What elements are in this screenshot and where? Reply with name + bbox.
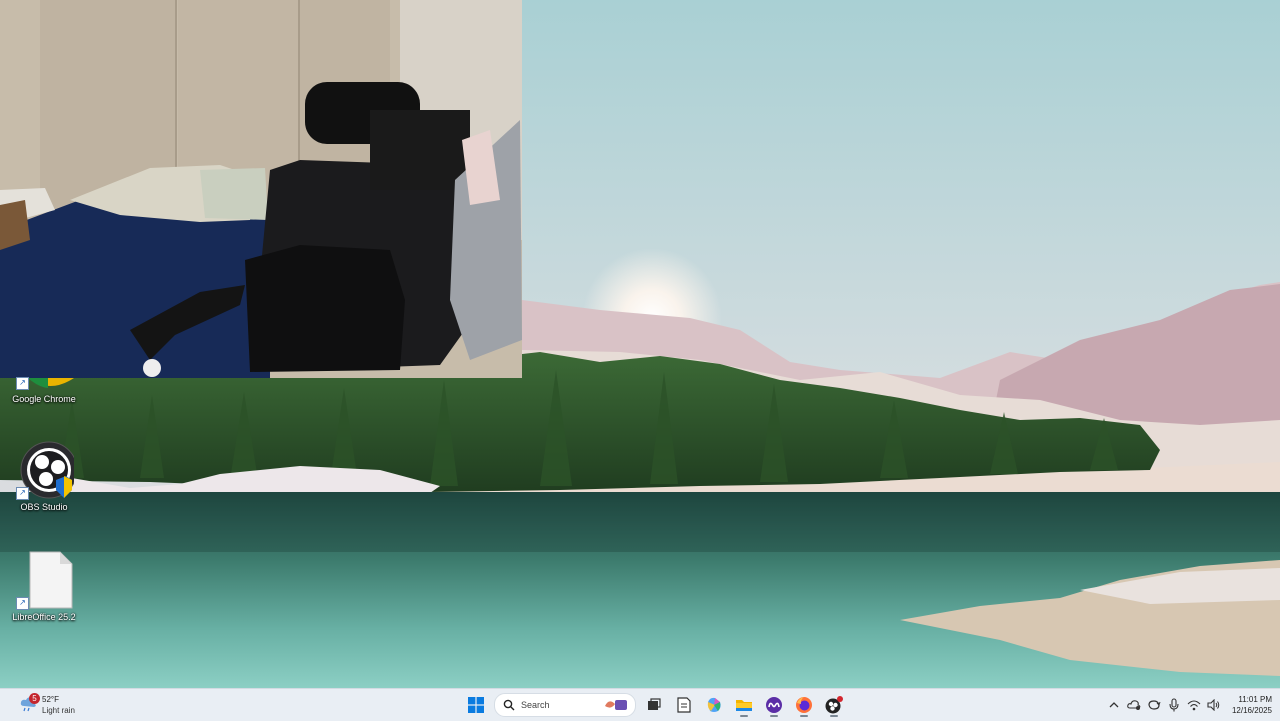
file-explorer-button[interactable] bbox=[732, 693, 756, 717]
taskbar-center: Search bbox=[464, 692, 846, 718]
clock-button[interactable]: 11:01 PM 12/16/2025 bbox=[1232, 694, 1272, 716]
desktop-icon-libreoffice[interactable]: ↗ LibreOffice 25.2 bbox=[8, 550, 80, 622]
show-hidden-icons-button[interactable] bbox=[1104, 695, 1124, 715]
clock-time: 11:01 PM bbox=[1238, 695, 1272, 704]
webcam-overlay bbox=[0, 0, 522, 378]
notepad-button[interactable] bbox=[672, 693, 696, 717]
volume-icon bbox=[1207, 699, 1220, 711]
microphone-tray-button[interactable] bbox=[1164, 695, 1184, 715]
meta-app-icon bbox=[766, 697, 782, 713]
search-icon bbox=[503, 699, 515, 711]
start-button[interactable] bbox=[464, 693, 488, 717]
meta-app-button[interactable] bbox=[762, 693, 786, 717]
weather-condition: Light rain bbox=[42, 706, 75, 715]
desktop-icon-obs-studio[interactable]: ↗ OBS Studio bbox=[8, 440, 80, 512]
firefox-icon bbox=[796, 697, 812, 713]
task-view-button[interactable] bbox=[642, 693, 666, 717]
google-chrome-icon: ↗ bbox=[14, 377, 74, 392]
sync-tray-button[interactable] bbox=[1144, 695, 1164, 715]
obs-taskbar-button[interactable] bbox=[822, 693, 846, 717]
sync-icon bbox=[1148, 700, 1161, 710]
taskbar-search[interactable]: Search bbox=[494, 693, 636, 717]
wifi-icon bbox=[1187, 700, 1201, 711]
desktop-icon-label: LibreOffice 25.2 bbox=[12, 612, 76, 622]
onedrive-tray-button[interactable] bbox=[1124, 695, 1144, 715]
desktop-icon-label: OBS Studio bbox=[20, 502, 68, 512]
system-tray: 11:01 PM 12/16/2025 bbox=[1104, 692, 1272, 718]
obs-studio-icon: ↗ bbox=[14, 440, 78, 500]
firefox-button[interactable] bbox=[792, 693, 816, 717]
shortcut-arrow-icon: ↗ bbox=[16, 487, 29, 500]
weather-widget[interactable]: 5 52°F Light rain bbox=[20, 692, 100, 718]
search-placeholder: Search bbox=[521, 700, 550, 710]
onedrive-icon bbox=[1127, 700, 1141, 710]
weather-temperature: 52°F bbox=[42, 695, 59, 704]
notification-badge: 5 bbox=[29, 693, 40, 704]
shortcut-arrow-icon: ↗ bbox=[16, 597, 29, 610]
network-tray-button[interactable] bbox=[1184, 695, 1204, 715]
desktop-icon-label: Google Chrome bbox=[12, 394, 76, 404]
file-explorer-icon bbox=[736, 700, 752, 711]
obs-taskbar-icon bbox=[825, 696, 843, 714]
desktop-icon-google-chrome[interactable]: ↗ Google Chrome bbox=[8, 377, 80, 404]
search-highlight-icon bbox=[605, 700, 627, 710]
clock-date: 12/16/2025 bbox=[1231, 706, 1272, 715]
shortcut-arrow-icon: ↗ bbox=[16, 377, 29, 390]
copilot-icon bbox=[707, 697, 721, 712]
copilot-button[interactable] bbox=[702, 693, 726, 717]
microphone-icon bbox=[1169, 698, 1179, 712]
libreoffice-icon: ↗ bbox=[14, 550, 74, 610]
chevron-up-icon bbox=[1109, 702, 1119, 708]
notepad-icon bbox=[677, 697, 691, 713]
volume-tray-button[interactable] bbox=[1204, 695, 1224, 715]
taskbar: 5 52°F Light rain Search 11:01 PM 12/16/… bbox=[0, 688, 1280, 721]
start-windows-icon bbox=[468, 697, 484, 713]
task-view-icon bbox=[648, 698, 661, 710]
